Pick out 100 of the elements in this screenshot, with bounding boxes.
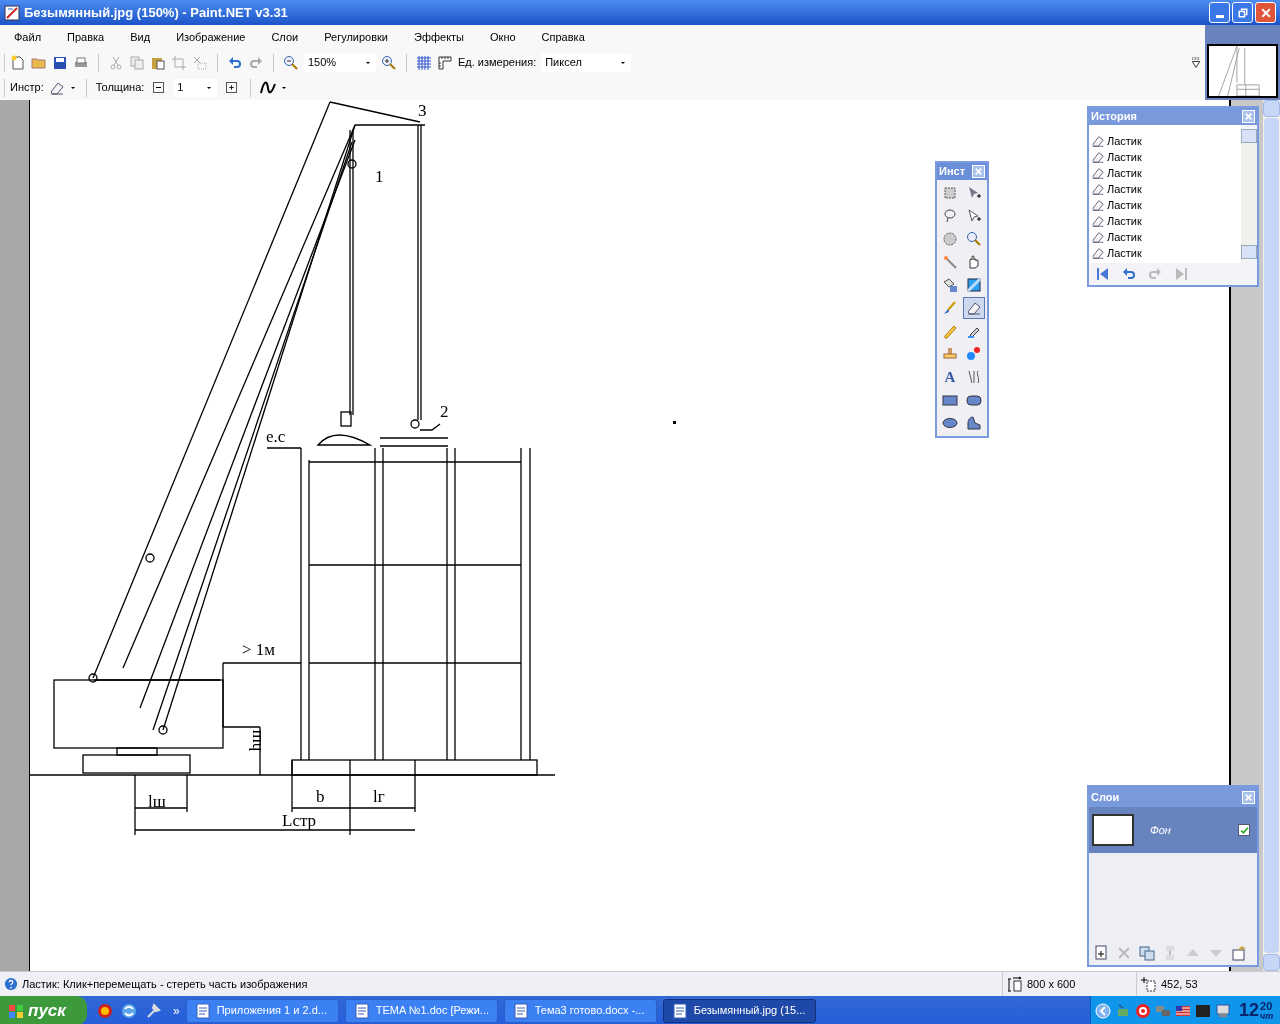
image-size-icon [1007, 976, 1023, 992]
magic-wand-icon [942, 254, 958, 270]
line-curve-icon [965, 369, 982, 385]
tray-expand-icon[interactable] [1095, 1002, 1111, 1019]
window-title: Безымянный.jpg (150%) - Paint.NET v3.31 [24, 3, 288, 22]
sync-icon[interactable] [121, 1002, 137, 1019]
help-icon [4, 977, 18, 991]
check-icon [1239, 825, 1249, 835]
menu-item[interactable]: Файл [8, 27, 48, 48]
more-button[interactable]: » [173, 1004, 180, 1017]
menu-item[interactable]: Эффекты [408, 27, 471, 48]
grid-icon[interactable] [416, 54, 432, 71]
history-scrollbar[interactable] [1241, 129, 1257, 259]
outline-arrow-plus-icon [965, 208, 982, 224]
close-button[interactable] [1242, 790, 1255, 804]
close-icon [1244, 792, 1253, 802]
drawing-label: Lстр [282, 812, 317, 829]
document-icon [512, 1002, 529, 1019]
panel-title: Слои [1091, 789, 1120, 805]
start-button[interactable]: пуск [0, 996, 87, 1024]
menu-item[interactable]: Вид [124, 27, 157, 48]
taskbar-button[interactable]: TEMA №1.doc [Режи... [344, 998, 498, 1023]
tool-button[interactable]: A [939, 366, 961, 388]
stamp-icon [942, 346, 958, 362]
redo-icon[interactable] [248, 54, 264, 71]
undo-icon[interactable] [1121, 266, 1137, 282]
drawing-label: lш [148, 793, 166, 810]
vertical-scrollbar[interactable] [1263, 100, 1280, 971]
status-text: Ластик: Клик+перемещать - стереть часть изображения [22, 976, 309, 992]
magnifier-icon [965, 231, 982, 247]
width-label: Толщина: [95, 80, 145, 96]
increase-button[interactable] [226, 82, 238, 93]
drawing-label: 3 [418, 102, 427, 119]
paintbrush-icon [942, 300, 958, 316]
zoom-in-icon[interactable] [381, 54, 397, 71]
menu-item[interactable]: Регулировки [318, 27, 394, 48]
color-dots-icon [965, 346, 982, 362]
menu-item[interactable]: Правка [61, 27, 111, 48]
antivirus-icon[interactable] [1135, 1002, 1151, 1019]
units-label: Ед. измерения: [458, 55, 537, 71]
browser-icon[interactable] [97, 1002, 113, 1019]
taskbar-button[interactable]: Безымянный.jpg (15... [662, 998, 816, 1023]
drawing-label: 2 [440, 403, 449, 420]
ruler-icon[interactable] [437, 54, 453, 71]
visibility-checkbox[interactable] [1238, 824, 1250, 836]
first-step-icon[interactable] [1095, 266, 1111, 282]
app-icon [4, 4, 20, 21]
layer-thumbnail [1092, 814, 1134, 846]
taskbar-button[interactable]: Приложения 1 и 2.d... [185, 998, 339, 1023]
image-size: 800 x 600 [1027, 976, 1076, 992]
gradient-icon [965, 277, 982, 293]
menu-item[interactable]: Окно [484, 27, 522, 48]
eraser-icon [965, 300, 982, 316]
drawing-label: е.с [266, 428, 286, 445]
drawing-label: > 1м [242, 641, 276, 658]
paint-bucket-icon [942, 277, 958, 293]
zoom-field[interactable]: 150% [304, 53, 376, 72]
layer-row[interactable]: Фон [1089, 807, 1257, 853]
plus-icon [228, 84, 236, 91]
zoom-out-icon[interactable] [283, 54, 299, 71]
panel-title: История [1091, 109, 1137, 125]
close-button[interactable] [1255, 2, 1276, 23]
menu-item[interactable]: Изображение [170, 27, 252, 48]
curve-icon [260, 79, 277, 96]
document-icon [194, 1002, 211, 1019]
antialiasing-dropdown[interactable] [260, 79, 289, 96]
new-file-icon[interactable] [10, 54, 26, 71]
drawing-label: b [316, 788, 325, 805]
drawing-label: hш [247, 729, 265, 752]
units-dropdown[interactable]: Пиксел [541, 53, 632, 72]
menu-item[interactable]: Слои [265, 27, 305, 48]
restore-button[interactable] [1232, 2, 1253, 23]
taskbar-button[interactable]: Тема3 готово.docx -... [503, 998, 657, 1023]
panel-title: Инст [939, 164, 966, 180]
minimize-button[interactable] [1209, 2, 1230, 23]
image-thumbnail[interactable] [1207, 44, 1278, 98]
drawing-label: lг [373, 788, 385, 805]
add-layer-icon[interactable] [1093, 945, 1109, 961]
restore-icon [1236, 6, 1249, 19]
windows-logo-icon [8, 1002, 24, 1019]
duplicate-layer-icon[interactable] [1139, 945, 1155, 961]
deselect-icon[interactable] [192, 54, 208, 71]
menu-item[interactable]: Справка [535, 27, 591, 48]
width-field[interactable]: 1 [173, 78, 218, 97]
cursor-position: 452, 53 [1161, 976, 1198, 992]
drawing-label: 1 [375, 168, 384, 185]
decrease-button[interactable] [153, 82, 165, 93]
close-icon [974, 167, 983, 176]
close-icon [1244, 112, 1253, 121]
monitor-icon[interactable] [1195, 1002, 1211, 1019]
ellipse-select-icon [942, 231, 958, 247]
computer-icon[interactable] [1215, 1002, 1231, 1019]
freeform-shape-icon [965, 415, 982, 431]
save-icon[interactable] [52, 54, 68, 71]
ellipse-icon [942, 415, 958, 431]
menu-arrow-icon[interactable] [1190, 56, 1202, 69]
layer-properties-icon[interactable] [1231, 945, 1247, 961]
document-icon [671, 1002, 688, 1019]
layer-name: Фон [1150, 822, 1172, 838]
rounded-rectangle-icon [965, 392, 982, 408]
